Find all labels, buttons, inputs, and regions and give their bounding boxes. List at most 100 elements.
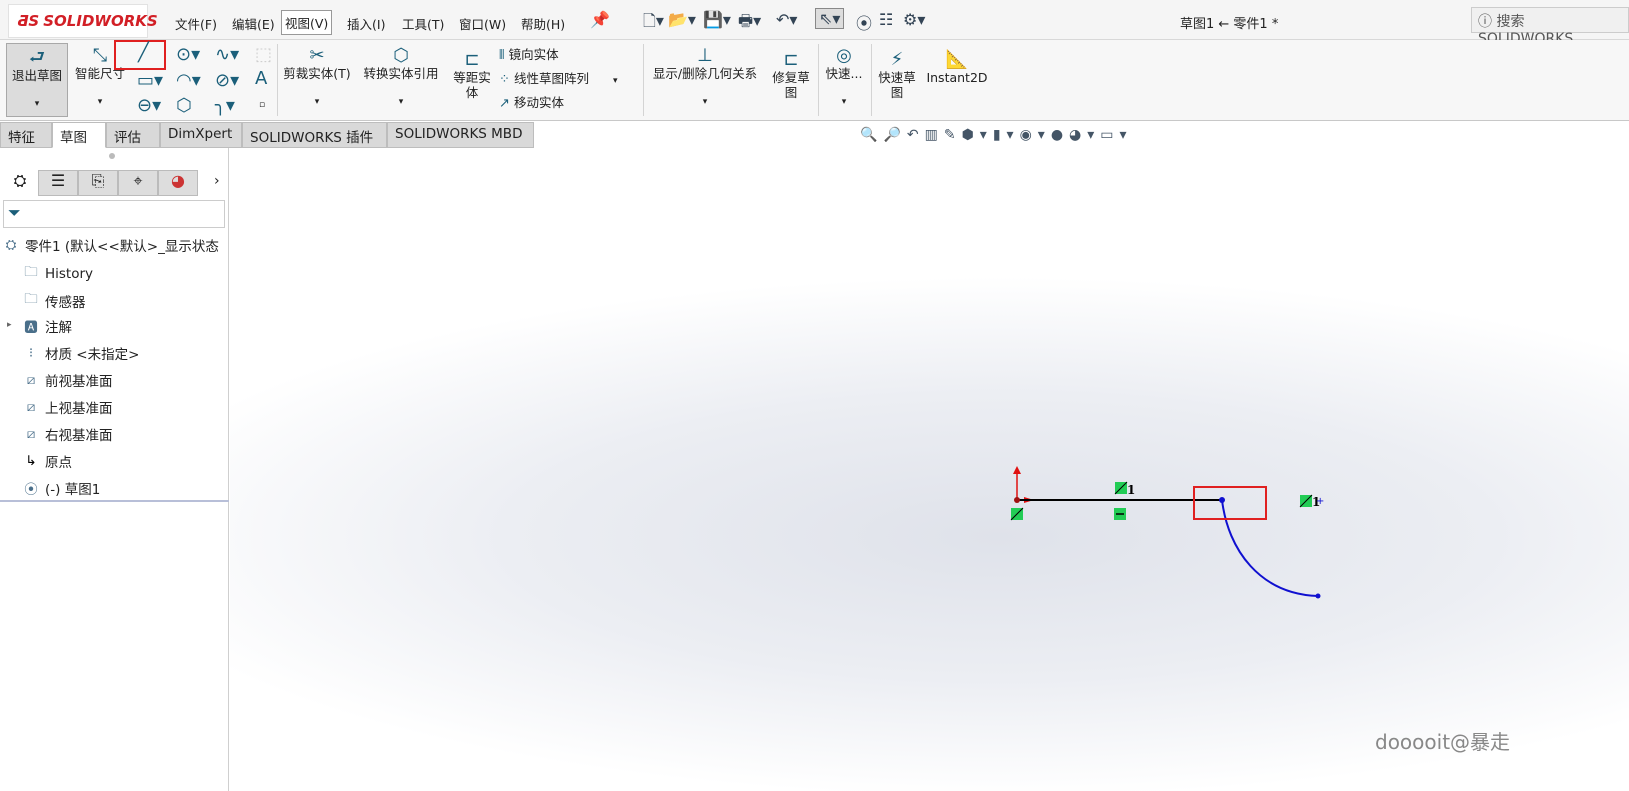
display-manager-tab-icon[interactable]: ◕ <box>158 170 198 196</box>
tab-evaluate[interactable]: 评估 <box>106 122 160 148</box>
menu-view[interactable]: 视图(V) <box>281 10 333 35</box>
menu-edit[interactable]: 编辑(E) <box>229 12 278 35</box>
view-orientation-icon[interactable]: ⬢▾ <box>962 127 993 143</box>
tree-root-part[interactable]: ⛭ 零件1 (默认<<默认>_显示状态 <box>2 235 219 255</box>
tree-item-front-plane[interactable]: ⧄ 前视基准面 <box>22 370 113 390</box>
zoom-to-area-icon[interactable]: 🔎 <box>883 127 906 143</box>
exit-sketch-button[interactable]: ⮐ 退出草图 ▾ <box>6 43 68 117</box>
panel-grip[interactable] <box>109 153 115 159</box>
view-settings-icon[interactable]: ▭▾ <box>1100 127 1132 143</box>
arc-end-point[interactable] <box>1315 593 1321 599</box>
menu-tools[interactable]: 工具(T) <box>399 12 447 35</box>
tab-dimxpert[interactable]: DimXpert <box>160 122 242 148</box>
rectangle-icon[interactable]: ▭▾ <box>137 70 163 91</box>
tree-item-sensors[interactable]: 🗀 传感器 <box>22 289 85 312</box>
tab-sketch[interactable]: 草图 <box>52 122 106 148</box>
instant2d-button[interactable]: 📐 Instant2D <box>925 50 989 86</box>
quick-snaps-button[interactable]: ◎ 快速... ▾ <box>822 46 866 110</box>
section-view-icon[interactable]: ▥ <box>925 127 944 143</box>
expand-arrow-icon[interactable]: ▸ <box>7 320 12 330</box>
chevron-down-icon: ▾ <box>613 76 618 86</box>
tree-item-right-plane[interactable]: ⧄ 右视基准面 <box>22 424 113 444</box>
dimxpert-manager-tab-icon[interactable]: ⌖ <box>118 170 158 196</box>
origin-icon: ↳ <box>25 453 37 469</box>
menu-help[interactable]: 帮助(H) <box>518 12 568 35</box>
menu-file[interactable]: 文件(F) <box>172 12 220 35</box>
tree-item-annotations[interactable]: 🅰 注解 <box>22 316 72 336</box>
line-icon[interactable]: ╱ <box>138 42 149 63</box>
coincident-relation-icon[interactable] <box>1010 507 1024 521</box>
tree-item-origin[interactable]: ↳ 原点 <box>22 451 72 471</box>
heads-up-view-toolbar: 🔍🔎↶▥✎⬢▾▮▾◉▾●◕▾▭▾ <box>860 127 1133 143</box>
search-input[interactable]: ⓘ 搜索 SOLIDWORKS <box>1471 7 1629 47</box>
pin-icon[interactable]: 📌 <box>590 10 610 29</box>
trim-entities-button[interactable]: ✂ 剪裁实体(T) ▾ <box>280 46 354 110</box>
annotation-folder-icon: 🅰 <box>24 320 38 336</box>
configuration-manager-tab-icon[interactable]: ⎘ <box>78 170 118 196</box>
zoom-to-fit-icon[interactable]: 🔍 <box>860 127 883 143</box>
tab-features[interactable]: 特征 <box>0 122 52 148</box>
horizontal-relation-icon[interactable] <box>1114 508 1126 520</box>
feature-manager-tab-icon[interactable]: ⛭ <box>0 170 40 196</box>
sketch-arc[interactable] <box>1221 499 1319 597</box>
tree-item-history[interactable]: 🗀 History <box>22 262 93 285</box>
plane-icon[interactable]: ⬚ <box>255 44 272 65</box>
rollback-bar[interactable] <box>0 500 229 502</box>
property-manager-tab-icon[interactable]: ☰ <box>38 170 78 196</box>
tree-item-top-plane[interactable]: ⧄ 上视基准面 <box>22 397 113 417</box>
tree-item-sketch1[interactable]: ⦿ (-) 草图1 <box>22 478 100 498</box>
pattern-icon: ⁘ <box>499 72 515 87</box>
polygon-icon[interactable]: ⬡ <box>176 95 192 116</box>
save-icon[interactable]: 💾▾ <box>703 10 731 29</box>
options-gear-icon[interactable]: ⚙▾ <box>903 10 925 29</box>
new-file-icon[interactable]: 🗋▾ <box>643 10 664 37</box>
display-delete-relations-button[interactable]: ⊥ 显示/删除几何关系 ▾ <box>646 46 764 110</box>
display-style-icon[interactable]: ▮▾ <box>993 127 1020 143</box>
rapid-sketch-button[interactable]: ⚡ 快速草 图 <box>874 50 920 101</box>
hide-show-items-icon[interactable]: ◉▾ <box>1020 127 1051 143</box>
tree-item-material[interactable]: ⁝ 材质 <未指定> <box>22 343 140 363</box>
spline-icon[interactable]: ∿▾ <box>215 44 239 65</box>
move-entities-button[interactable]: ↗ 移动实体 <box>499 95 564 112</box>
menu-window[interactable]: 窗口(W) <box>456 12 509 35</box>
arc-start-point[interactable] <box>1219 497 1225 503</box>
fillet-icon[interactable]: ╮▾ <box>215 95 235 116</box>
coincident-relation-icon[interactable] <box>1114 481 1128 495</box>
origin-point[interactable] <box>1014 497 1020 503</box>
apply-scene-icon[interactable]: ◕▾ <box>1069 127 1100 143</box>
text-icon[interactable]: A <box>255 68 267 89</box>
help-icon[interactable]: ⓘ <box>1478 14 1496 30</box>
mirror-entities-button[interactable]: ⫴ 镜向实体 <box>499 47 559 64</box>
file-properties-icon[interactable]: ☷ <box>879 10 893 29</box>
coincident-relation-icon[interactable] <box>1299 494 1313 508</box>
document-title: 草图1 ← 零件1 * <box>1180 17 1279 32</box>
convert-entities-button[interactable]: ⬡ 转换实体引用 ▾ <box>358 46 444 110</box>
chevron-right-icon[interactable]: › <box>214 173 220 189</box>
repair-sketch-button[interactable]: ⊏ 修复草 图 <box>768 50 814 101</box>
slot-icon[interactable]: ⊖▾ <box>137 95 161 116</box>
filter-input[interactable]: ⏷ <box>3 200 225 228</box>
menu-insert[interactable]: 插入(I) <box>344 12 388 35</box>
solidworks-logo[interactable]: ƋS SOLIDWORKS <box>8 4 158 38</box>
mirror-icon: ⫴ <box>499 48 509 63</box>
sketch-icon: ⦿ <box>24 482 38 498</box>
rebuild-icon[interactable]: ⦿ <box>856 10 872 34</box>
tab-mbd[interactable]: SOLIDWORKS MBD <box>387 122 534 148</box>
linear-pattern-button[interactable]: ⁘ 线性草图阵列 ▾ <box>499 71 618 89</box>
edit-appearance-icon[interactable]: ● <box>1051 127 1069 143</box>
tab-addins[interactable]: SOLIDWORKS 插件 <box>242 122 387 148</box>
undo-icon[interactable]: ↶▾ <box>776 10 797 29</box>
previous-view-icon[interactable]: ↶ <box>907 127 925 143</box>
arc-icon[interactable]: ◠▾ <box>176 70 201 91</box>
sketch-canvas: 1 1 + <box>1010 466 1324 599</box>
title-bar: ƋS SOLIDWORKS 文件(F) 编辑(E) 视图(V) 插入(I) 工具(… <box>0 0 1629 47</box>
open-file-icon[interactable]: 📂▾ <box>668 10 696 29</box>
ellipse-icon[interactable]: ⊘▾ <box>215 70 239 91</box>
divider <box>871 44 872 116</box>
offset-entities-button[interactable]: ⊏ 等距实 体 <box>450 50 494 101</box>
dynamic-annotation-icon[interactable]: ✎ <box>944 127 962 143</box>
print-icon[interactable]: 🖶▾ <box>738 10 761 37</box>
circle-icon[interactable]: ⊙▾ <box>176 44 200 65</box>
point-icon[interactable]: ▫ <box>259 100 265 110</box>
select-icon[interactable]: ⇖▾ <box>815 8 845 29</box>
